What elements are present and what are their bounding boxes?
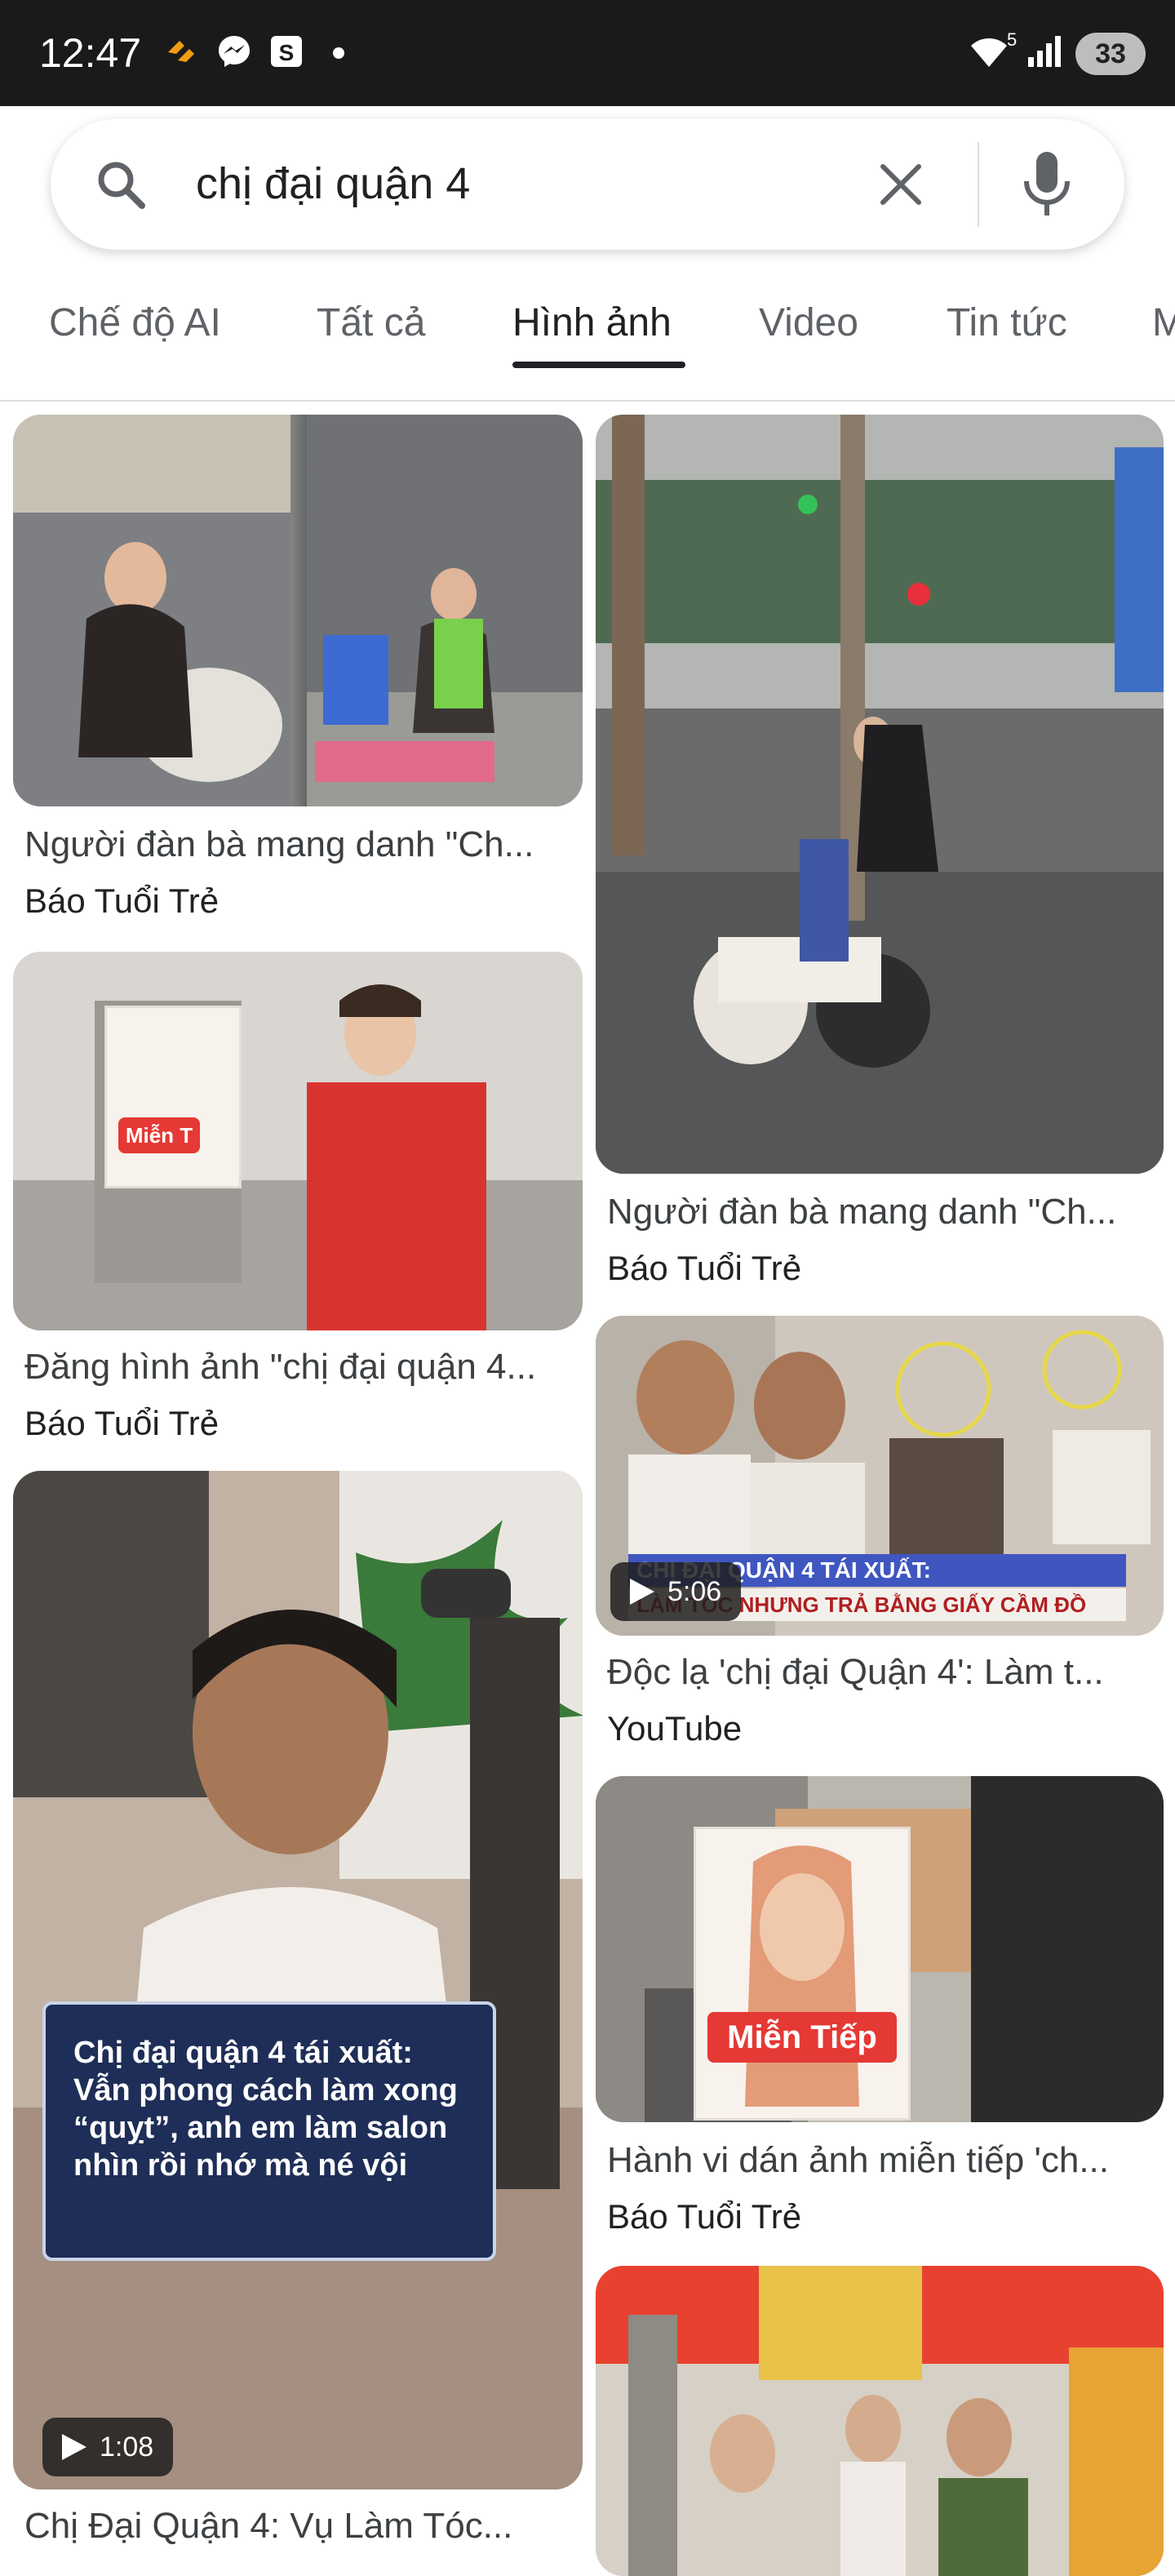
microphone-icon[interactable]: [1018, 149, 1075, 220]
clock: 12:47: [39, 30, 142, 76]
svg-text:S: S: [279, 40, 295, 65]
miễn-tiếp-poster: Miễn T: [104, 1006, 242, 1188]
shopee-icon: [168, 41, 194, 62]
result-source-2[interactable]: Báo Tuổi Trẻ: [607, 1249, 801, 1288]
poster-photo: [745, 1845, 859, 2107]
signal-icon: [1028, 36, 1061, 67]
play-icon: [62, 2434, 86, 2460]
video-duration: 1:08: [100, 2432, 154, 2463]
result-image-4[interactable]: CHỊ ĐẠI QUẬN 4 TÁI XUẤT: LÀM TÓC NHƯNG T…: [596, 1316, 1164, 1636]
result-title-1[interactable]: Người đàn bà mang danh "Ch...: [24, 824, 534, 865]
close-icon[interactable]: [875, 158, 927, 211]
result-image-6[interactable]: Miễn Tiếp: [596, 1776, 1164, 2122]
status-bar: 12:47 S 5 33: [0, 0, 1175, 106]
result-source-3[interactable]: Báo Tuổi Trẻ: [24, 1404, 219, 1443]
search-tabs: Chế độ AI Tất cả Hình ảnh Video Tin tức …: [0, 278, 1175, 402]
search-box[interactable]: chị đại quận 4: [51, 119, 1124, 250]
messenger-icon: [219, 36, 250, 67]
result-image-3[interactable]: Miễn T: [13, 952, 583, 1330]
result-image-7[interactable]: [596, 2266, 1164, 2576]
tab-all[interactable]: Tất cả: [317, 300, 425, 345]
result-source-1[interactable]: Báo Tuổi Trẻ: [24, 882, 219, 921]
result-image-5[interactable]: Chị đại quận 4 tái xuất: Vẫn phong cách …: [13, 1471, 583, 2489]
s-app-icon: S: [271, 36, 302, 67]
poster-label: Miễn Tiếp: [707, 2012, 897, 2063]
poster-label: Miễn T: [118, 1117, 200, 1153]
result-source-4[interactable]: YouTube: [607, 1709, 742, 1748]
result-image-1-art: [13, 415, 583, 806]
result-image-1[interactable]: [13, 415, 583, 806]
result-image-2-art: [596, 415, 1164, 1174]
search-icon[interactable]: [91, 155, 150, 214]
result-source-6[interactable]: Báo Tuổi Trẻ: [607, 2197, 801, 2236]
miễn-tiếp-poster: Miễn Tiếp: [694, 1827, 911, 2121]
dot-icon: [333, 47, 344, 59]
divider: [978, 142, 979, 227]
tab-ai-mode[interactable]: Chế độ AI: [49, 300, 221, 345]
result-image-2[interactable]: [596, 415, 1164, 1174]
video-duration: 5:06: [667, 1576, 722, 1607]
video-duration-badge: 5:06: [610, 1562, 742, 1621]
battery-indicator: 33: [1075, 33, 1146, 75]
result-title-4[interactable]: Độc lạ 'chị đại Quận 4': Làm t...: [607, 1652, 1104, 1693]
active-tab-indicator: [512, 362, 685, 368]
result-title-6[interactable]: Hành vi dán ảnh miễn tiếp 'ch...: [607, 2140, 1109, 2181]
play-icon: [630, 1579, 654, 1605]
result-title-3[interactable]: Đăng hình ảnh "chị đại quận 4...: [24, 1347, 536, 1388]
result-title-5[interactable]: Chị Đại Quận 4: Vụ Làm Tóc...: [24, 2506, 512, 2547]
tab-video[interactable]: Video: [759, 300, 858, 345]
result-image-3-art: [13, 952, 583, 1330]
tab-images[interactable]: Hình ảnh: [512, 300, 672, 345]
result-image-5-art: [13, 1471, 583, 2489]
tab-news[interactable]: Tin tức: [947, 300, 1067, 345]
video-caption-text: Chị đại quận 4 tái xuất: Vẫn phong cách …: [73, 2036, 458, 2183]
result-title-2[interactable]: Người đàn bà mang danh "Ch...: [607, 1192, 1116, 1232]
tab-more[interactable]: M: [1152, 300, 1175, 345]
result-image-7-art: [596, 2266, 1164, 2576]
video-duration-badge: 1:08: [42, 2418, 174, 2476]
search-input[interactable]: chị đại quận 4: [196, 158, 470, 209]
wifi-level: 5: [1007, 29, 1018, 50]
